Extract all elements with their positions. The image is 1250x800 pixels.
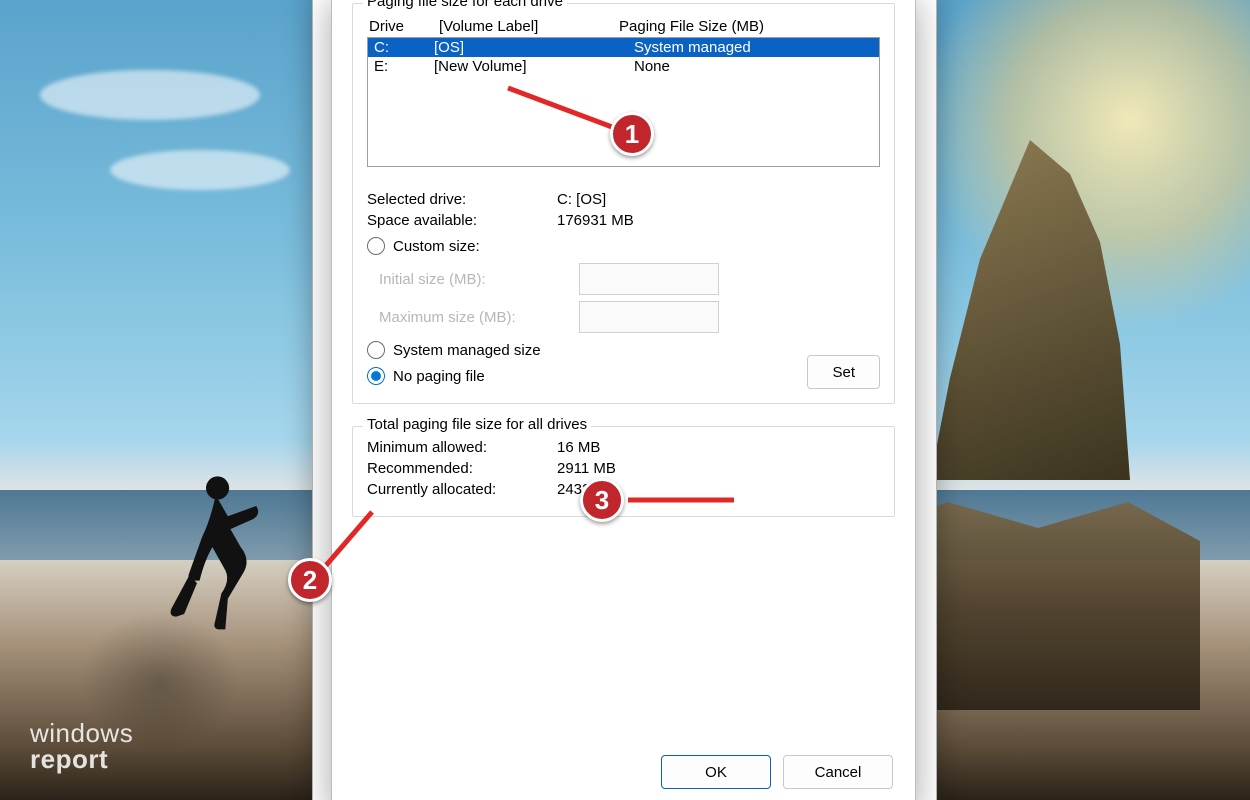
currently-allocated-value: 2432 MB bbox=[557, 481, 880, 498]
drive-letter: C: bbox=[374, 39, 434, 56]
recommended-value: 2911 MB bbox=[557, 460, 880, 477]
space-available-label: Space available: bbox=[367, 212, 557, 229]
drive-letter: E: bbox=[374, 58, 434, 75]
initial-size-label: Initial size (MB): bbox=[379, 271, 579, 288]
space-available-value: 176931 MB bbox=[557, 212, 880, 229]
virtual-memory-dialog: Paging file size for each drive Drive [V… bbox=[331, 0, 916, 800]
watermark-line2: report bbox=[30, 744, 108, 774]
currently-allocated-label: Currently allocated: bbox=[367, 481, 557, 498]
radio-custom-size[interactable]: Custom size: bbox=[367, 237, 880, 255]
maximum-size-label: Maximum size (MB): bbox=[379, 309, 579, 326]
drive-volume: [OS] bbox=[434, 39, 634, 56]
drive-row-c[interactable]: C: [OS] System managed bbox=[368, 38, 879, 57]
drive-list-header: Drive [Volume Label] Paging File Size (M… bbox=[369, 18, 880, 35]
drive-volume: [New Volume] bbox=[434, 58, 634, 75]
windows-report-watermark: windows report bbox=[30, 720, 133, 772]
drive-pagesize: System managed bbox=[634, 39, 873, 56]
set-button[interactable]: Set bbox=[807, 355, 880, 389]
runner-silhouette bbox=[150, 470, 280, 650]
min-allowed-value: 16 MB bbox=[557, 439, 880, 456]
ok-button[interactable]: OK bbox=[661, 755, 771, 789]
min-allowed-label: Minimum allowed: bbox=[367, 439, 557, 456]
col-volume: [Volume Label] bbox=[439, 18, 619, 35]
radio-icon bbox=[367, 367, 385, 385]
radio-icon bbox=[367, 341, 385, 359]
selected-drive-label: Selected drive: bbox=[367, 191, 557, 208]
drive-row-e[interactable]: E: [New Volume] None bbox=[368, 57, 879, 76]
radio-sysman-label: System managed size bbox=[393, 342, 541, 359]
drive-list[interactable]: C: [OS] System managed E: [New Volume] N… bbox=[367, 37, 880, 167]
radio-custom-label: Custom size: bbox=[393, 238, 480, 255]
radio-icon bbox=[367, 237, 385, 255]
col-size: Paging File Size (MB) bbox=[619, 18, 880, 35]
drive-pagesize: None bbox=[634, 58, 873, 75]
custom-size-inputs: Initial size (MB): Maximum size (MB): bbox=[379, 263, 880, 333]
maximum-size-input[interactable] bbox=[579, 301, 719, 333]
groupbox-total-legend: Total paging file size for all drives bbox=[363, 416, 591, 433]
selected-drive-value: C: [OS] bbox=[557, 191, 880, 208]
initial-size-input[interactable] bbox=[579, 263, 719, 295]
radio-nopage-label: No paging file bbox=[393, 368, 485, 385]
groupbox-total-paging: Total paging file size for all drives Mi… bbox=[352, 426, 895, 517]
space-available-row: Space available: 176931 MB bbox=[367, 212, 880, 229]
recommended-label: Recommended: bbox=[367, 460, 557, 477]
cancel-button[interactable]: Cancel bbox=[783, 755, 893, 789]
selected-drive-row: Selected drive: C: [OS] bbox=[367, 191, 880, 208]
groupbox-paging-each-drive: Paging file size for each drive Drive [V… bbox=[352, 3, 895, 404]
groupbox-legend: Paging file size for each drive bbox=[363, 0, 567, 10]
col-drive: Drive bbox=[369, 18, 439, 35]
